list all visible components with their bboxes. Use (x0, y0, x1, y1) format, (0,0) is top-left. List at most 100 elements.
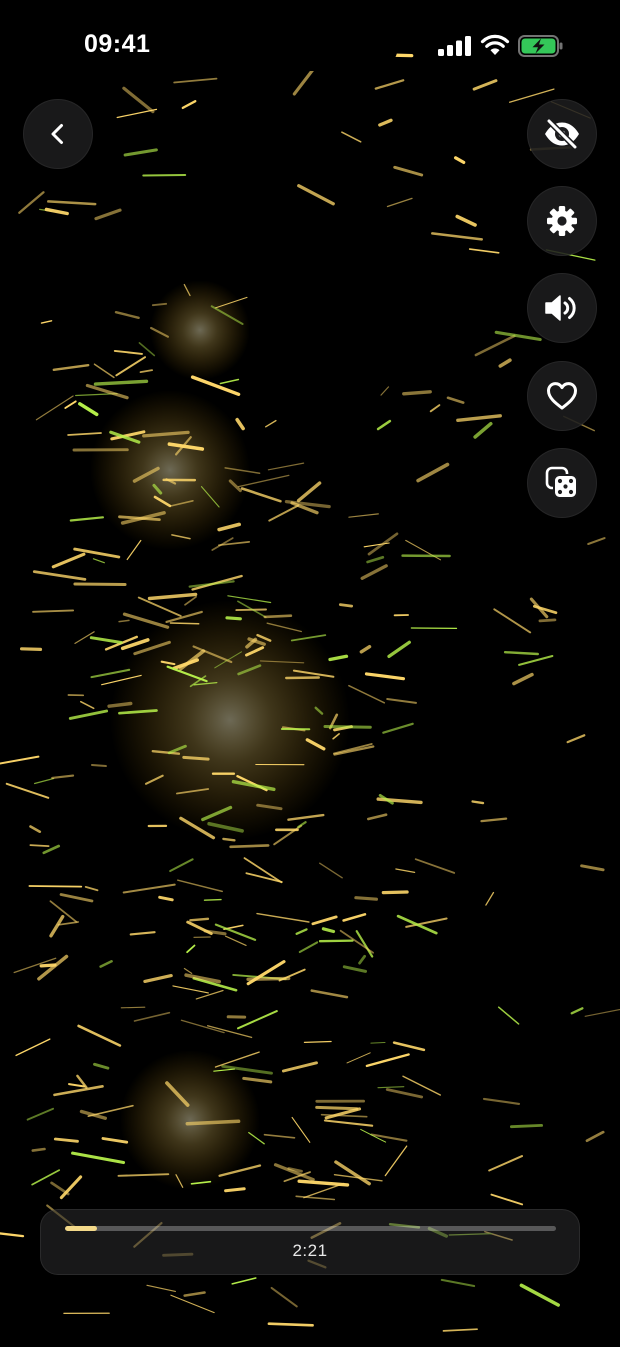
spark-streak (256, 912, 310, 923)
spark-streak (497, 1006, 520, 1025)
spark-streak (570, 1007, 584, 1015)
spark-streak (28, 885, 83, 888)
spark-streak (323, 725, 372, 729)
spark-streak (342, 965, 367, 973)
spark-streak (53, 1137, 79, 1143)
spark-streak (303, 1040, 332, 1044)
spark-streak (29, 844, 50, 847)
spark-streak (328, 654, 349, 662)
spark-streak (129, 931, 156, 936)
spark-streak (120, 1006, 146, 1009)
spark-streak (503, 651, 539, 656)
spark-streak (29, 825, 42, 834)
spark-streak (296, 481, 322, 503)
spark-streak (59, 1175, 83, 1200)
spark-streak (173, 77, 218, 84)
spark-streak (395, 868, 416, 874)
spark-streak (26, 1107, 55, 1121)
spark-streak (94, 208, 122, 221)
spark-streak (49, 914, 65, 938)
spark-streak (446, 396, 465, 404)
spark-streak (386, 197, 413, 208)
spark-streak (360, 564, 388, 580)
spark-streak (291, 1116, 311, 1143)
battery-charging-icon (518, 35, 564, 62)
spark-streak (386, 698, 417, 704)
spark-streak (377, 1086, 405, 1089)
spark-streak (169, 622, 200, 625)
spark-streak (185, 1119, 241, 1126)
spark-streak (122, 612, 170, 629)
spark-streak (363, 542, 390, 548)
spark-streak (263, 614, 293, 619)
wifi-icon (480, 34, 510, 61)
spark-streak (42, 844, 61, 855)
spark-streak (488, 1155, 523, 1172)
spark-streak (158, 895, 174, 902)
hide-controls-button[interactable] (527, 99, 597, 169)
spark-streak (442, 1328, 478, 1332)
spark-streak (315, 1105, 359, 1111)
spark-streak (243, 857, 283, 884)
sound-button[interactable] (527, 273, 597, 343)
spark-streak (170, 1294, 215, 1314)
spark-streak (311, 915, 338, 926)
progress-slider[interactable] (65, 1226, 556, 1231)
spark-glow (150, 280, 250, 380)
spark-streak (323, 1119, 374, 1127)
spark-streak (32, 609, 75, 613)
spark-streak (93, 363, 115, 379)
spark-streak (123, 148, 158, 157)
spark-streak (225, 616, 242, 621)
spark-streak (93, 1062, 110, 1070)
spark-streak (380, 386, 390, 396)
spark-streak (172, 985, 209, 994)
spark-streak (365, 1053, 410, 1068)
spark-streak (139, 369, 154, 374)
settings-button[interactable] (527, 186, 597, 256)
spark-streak (342, 913, 367, 922)
spark-streak (68, 1083, 86, 1088)
favorite-button[interactable] (527, 361, 597, 431)
spark-streak (114, 311, 140, 319)
progress-fill (65, 1226, 97, 1231)
spark-streak (68, 709, 109, 720)
spark-streak (348, 684, 386, 704)
spark-glow (110, 600, 350, 840)
spark-streak (393, 165, 424, 177)
spark-streak (84, 886, 99, 892)
particle-wallpaper (0, 53, 620, 1332)
spark-streak (224, 1187, 246, 1193)
spark-streak (93, 379, 149, 386)
spark-streak (414, 858, 456, 874)
spark-streak (183, 1291, 206, 1297)
spark-streak (180, 1019, 225, 1034)
spark-streak (78, 402, 99, 417)
back-button[interactable] (23, 99, 93, 169)
spark-streak (263, 1133, 296, 1139)
spark-streak (374, 79, 405, 90)
spark-streak (15, 1038, 51, 1057)
spark-streak (47, 200, 97, 206)
spark-streak (292, 66, 316, 96)
spark-streak (52, 364, 90, 371)
spark-streak (31, 1169, 61, 1186)
spark-streak (396, 914, 438, 935)
spark-streak (69, 516, 105, 522)
spark-streak (219, 378, 240, 385)
spark-streak (319, 862, 343, 879)
spark-streak (473, 421, 493, 439)
spark-streak (297, 184, 335, 206)
spark-streak (321, 927, 336, 934)
spark-streak (587, 537, 606, 545)
spark-streak (231, 1277, 257, 1285)
spark-streak (366, 813, 388, 821)
spark-streak (71, 1151, 126, 1165)
random-wallpaper-button[interactable] (527, 448, 597, 518)
spark-streak (378, 118, 393, 127)
spark-streak (169, 858, 194, 873)
spark-streak (494, 330, 542, 342)
chevron-left-icon (46, 122, 70, 146)
spark-streak (440, 1278, 476, 1288)
spark-streak (580, 864, 605, 872)
